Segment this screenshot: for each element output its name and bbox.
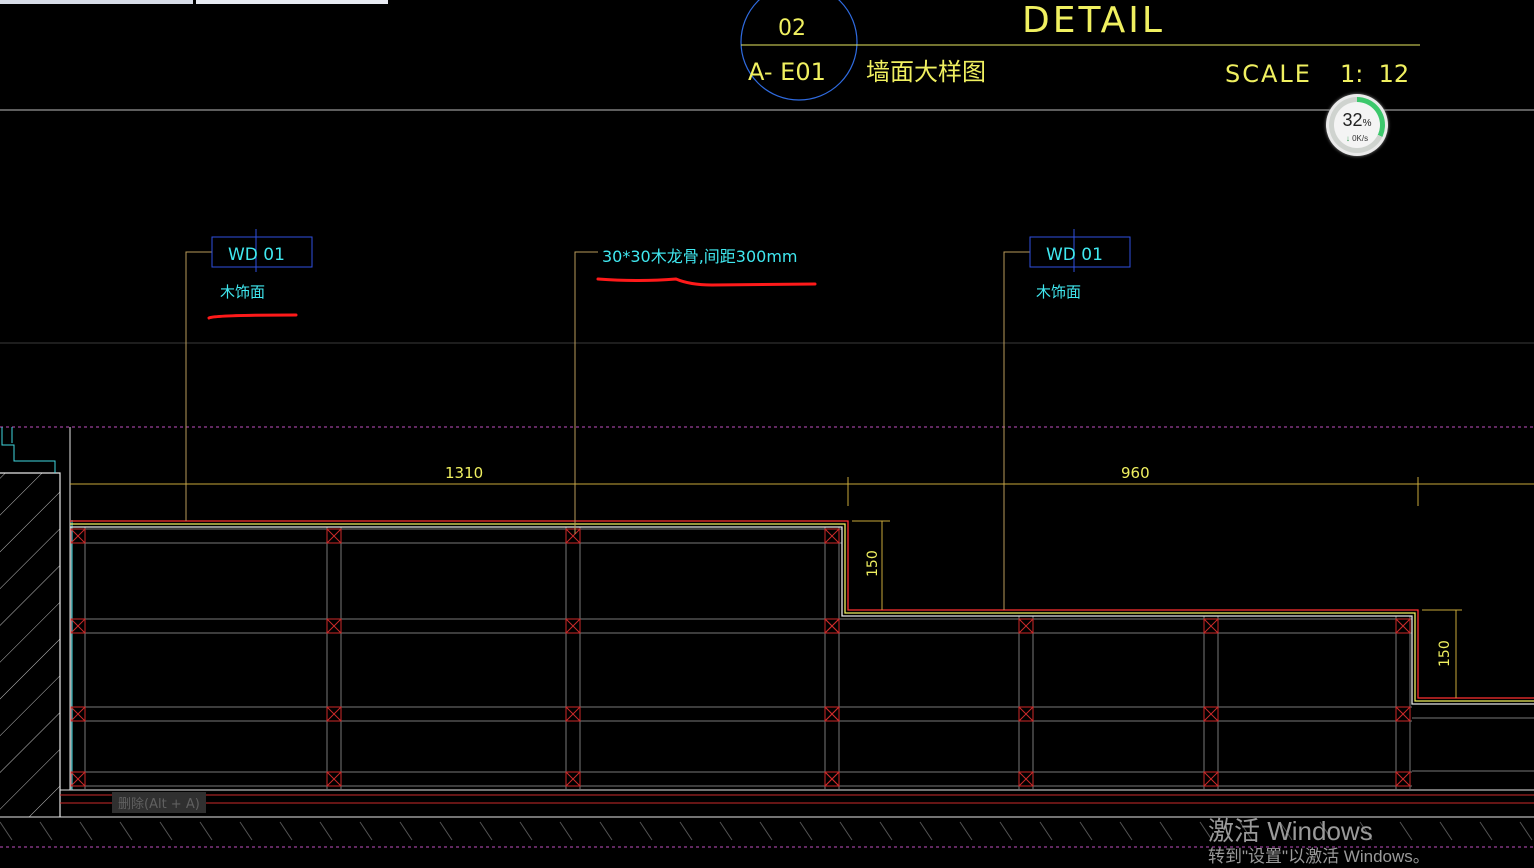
markup-underline-left (207, 313, 298, 320)
watermark-title: 激活 Windows (1208, 816, 1373, 846)
keel-joint (565, 618, 581, 634)
detail-heading: DETAIL (1022, 0, 1165, 41)
keel-joint (1395, 706, 1411, 722)
sheet-ref: A- E01 (748, 58, 826, 86)
keel-joint (326, 618, 342, 634)
scale-label: SCALE (1225, 60, 1312, 88)
markup-underlines (207, 277, 817, 320)
keel-joint (824, 771, 840, 787)
keel-joint (1018, 618, 1034, 634)
keel-joint (565, 706, 581, 722)
keel-joint (70, 771, 86, 787)
detail-number: 02 (778, 16, 806, 41)
left-wall (0, 427, 73, 817)
keel-joint (1018, 771, 1034, 787)
keel-joint (565, 528, 581, 544)
network-progress-widget[interactable]: 32% ↓ 0K/s (1326, 94, 1388, 156)
dim-width-right: 960 (1121, 464, 1150, 482)
keel-joint (824, 706, 840, 722)
keel-joint (1395, 771, 1411, 787)
left-tag-text: WD 01 (228, 245, 285, 265)
keel-joint (1203, 706, 1219, 722)
right-tag-text: WD 01 (1046, 245, 1103, 265)
annotation-left[interactable]: WD 01 木饰面 (211, 229, 313, 301)
keel-joint (1203, 771, 1219, 787)
scale-value: 1: 12 (1340, 60, 1409, 88)
network-speed: ↓ 0K/s (1345, 134, 1369, 143)
keel-joint (824, 528, 840, 544)
keel-joint (565, 771, 581, 787)
title-block: 02 A- E01 DETAIL 墙面大样图 SCALE 1: 12 (0, 0, 1534, 111)
dim-height-step-1: 150 (865, 550, 881, 577)
keel-joint (326, 706, 342, 722)
right-desc-text: 木饰面 (1036, 283, 1081, 301)
dim-height-step-2: 150 (1437, 640, 1453, 667)
dimension-lines (70, 477, 1534, 698)
keel-joint (824, 618, 840, 634)
keel-joint (70, 528, 86, 544)
keel-joint (326, 528, 342, 544)
progress-percent: 32% (1342, 109, 1372, 130)
delete-tooltip: 删除(Alt + A) (112, 792, 206, 813)
markup-underline-middle (596, 277, 817, 287)
finish-edge (70, 520, 1534, 705)
leader-lines (185, 251, 1030, 610)
dim-width-left: 1310 (445, 464, 483, 482)
activation-watermark: 激活 Windows 转到"设置"以激活 Windows。 (1208, 816, 1430, 868)
annotation-middle[interactable]: 30*30木龙骨,间距300mm (602, 247, 798, 266)
middle-note-text: 30*30木龙骨,间距300mm (602, 247, 798, 266)
keel-joint (70, 618, 86, 634)
download-arrow-icon: ↓ (1345, 134, 1350, 143)
keel-joint (1395, 618, 1411, 634)
keel-joint (326, 771, 342, 787)
cad-drawing-canvas[interactable]: 02 A- E01 DETAIL 墙面大样图 SCALE 1: 12 WD 01… (0, 0, 1534, 868)
wood-keel-frame (70, 527, 1534, 790)
watermark-subtitle: 转到"设置"以激活 Windows。 (1208, 847, 1430, 866)
annotation-right[interactable]: WD 01 木饰面 (1029, 229, 1131, 301)
keel-joint (1018, 706, 1034, 722)
keel-joint (70, 706, 86, 722)
keel-joint (1203, 618, 1219, 634)
left-desc-text: 木饰面 (220, 283, 265, 301)
detail-name: 墙面大样图 (866, 58, 986, 86)
